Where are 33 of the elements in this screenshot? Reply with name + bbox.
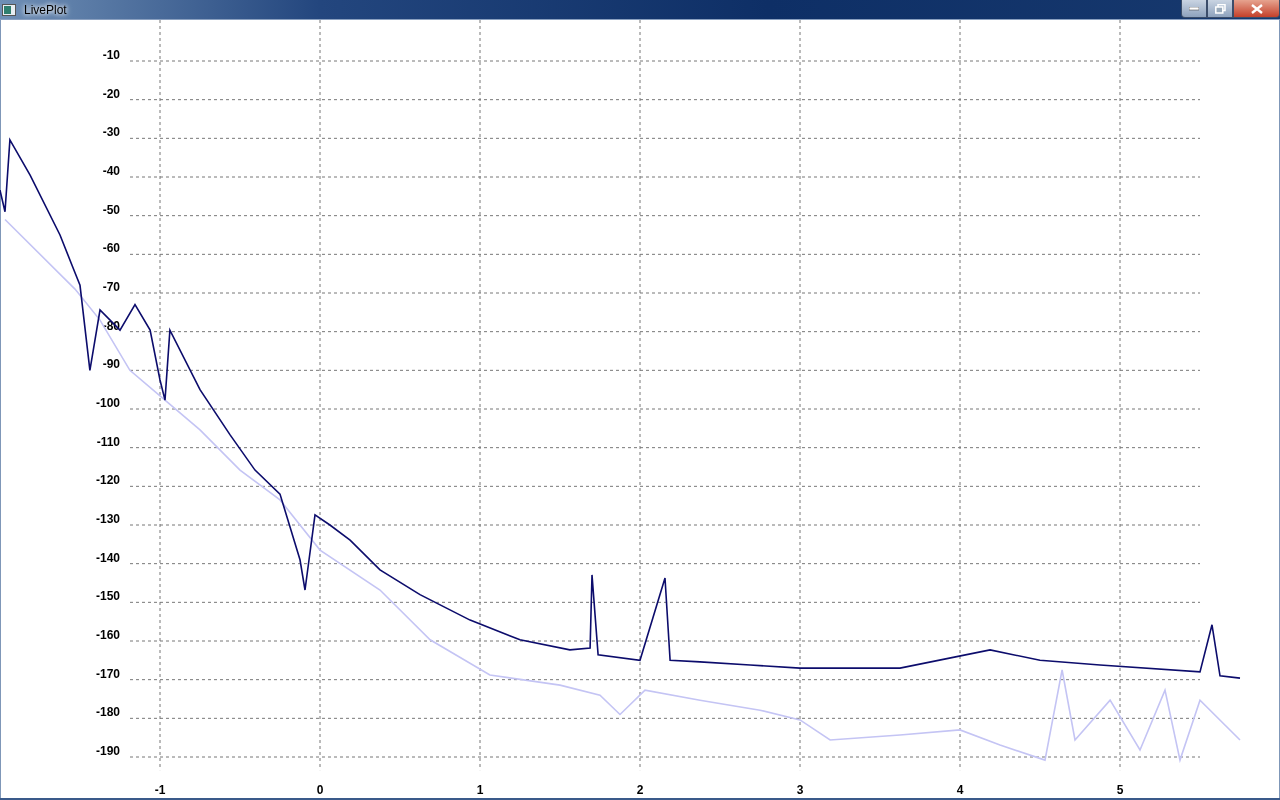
y-tick-label: -180: [95, 705, 120, 720]
close-icon: [1250, 3, 1263, 14]
window-title: LivePlot: [24, 2, 67, 17]
x-tick-label: 2: [636, 783, 644, 797]
close-button[interactable]: [1233, 0, 1280, 18]
y-tick-label: -110: [96, 434, 120, 449]
y-tick-label: -20: [102, 86, 120, 101]
y-tick-label: -150: [95, 589, 120, 604]
y-tick-label: -10: [102, 48, 120, 62]
x-tick-label: -1: [154, 783, 166, 797]
y-tick-label: -50: [102, 202, 120, 217]
y-tick-label: -170: [95, 666, 120, 681]
minimize-button[interactable]: [1181, 0, 1207, 18]
x-tick-label: 5: [1116, 783, 1124, 797]
x-tick-label: 0: [316, 783, 324, 797]
y-tick-label: -40: [102, 164, 120, 178]
y-tick-label: -30: [102, 125, 120, 140]
restore-button[interactable]: [1207, 0, 1233, 18]
app-icon: [2, 3, 16, 16]
restore-icon: [1214, 3, 1226, 14]
x-tick-label: 3: [796, 783, 804, 797]
y-tick-label: -190: [95, 744, 120, 758]
x-tick-label: 1: [476, 783, 484, 797]
x-tick-label: 4: [956, 783, 964, 797]
y-tick-label: -60: [102, 241, 120, 256]
y-tick-label: -120: [95, 473, 120, 488]
minimize-icon: [1189, 6, 1199, 11]
y-tick-label: -100: [95, 396, 120, 410]
y-tick-label: -70: [102, 280, 120, 294]
y-tick-label: -140: [95, 550, 120, 565]
y-tick-label: -130: [95, 512, 120, 526]
y-tick-label: -160: [95, 628, 120, 642]
y-tick-label: -90: [102, 357, 120, 372]
